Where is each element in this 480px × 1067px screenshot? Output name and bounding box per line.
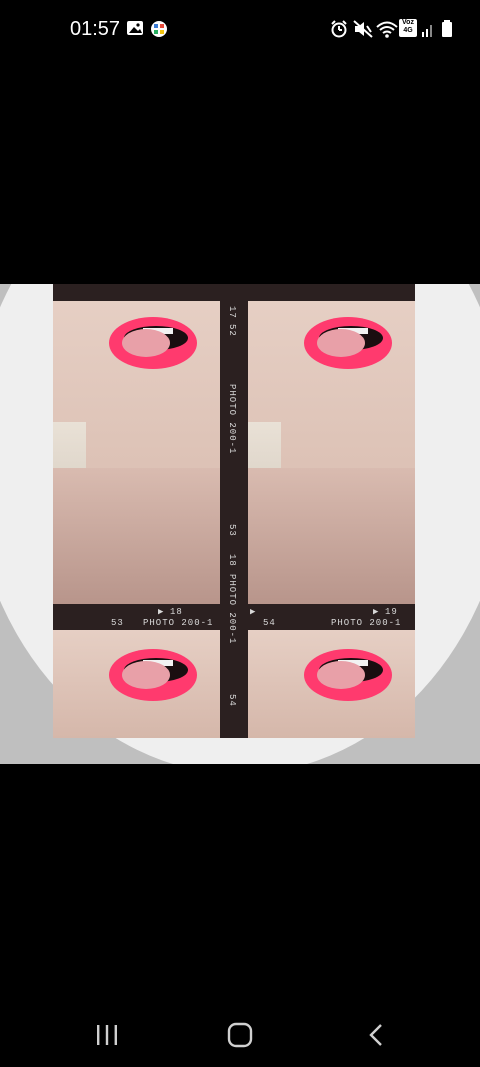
frame-bottom-right [248, 630, 415, 738]
volte-label-top: Voz [402, 19, 414, 26]
gallery-icon [126, 20, 144, 41]
recent-apps-icon [97, 1025, 117, 1045]
film-label-right-text: PHOTO 200-1 [331, 618, 402, 628]
film-label-vert-text: PHOTO 200-1 [227, 574, 237, 645]
wifi-icon [376, 20, 398, 43]
home-icon [227, 1022, 253, 1048]
app-icon [150, 20, 168, 43]
film-label-top-code: 52 [227, 324, 237, 337]
status-bar: 01:57 Voz 4G [0, 0, 480, 60]
recent-apps-button[interactable] [87, 1020, 127, 1050]
back-icon [369, 1024, 382, 1046]
film-label-vert-code: 53 [227, 524, 237, 537]
lips [109, 649, 197, 701]
film-arrow-mid: ▶ [250, 607, 257, 617]
alarm-icon [330, 20, 348, 43]
home-button[interactable] [220, 1020, 260, 1050]
film-label-vert-bottom: 54 [227, 694, 237, 707]
signal-icon [421, 20, 435, 43]
film-label-left-text: PHOTO 200-1 [143, 618, 214, 628]
frame-bottom-left [53, 630, 220, 738]
film-label-right-num: 19 [385, 607, 398, 617]
neck [248, 467, 415, 604]
film-label-left-num: 18 [170, 607, 183, 617]
status-time: 01:57 [70, 18, 121, 40]
film-arrow-left: ▶ [158, 607, 165, 617]
film-strip-photo: 17 52 PHOTO 200-1 53 18 PHOTO 200-1 54 ▶… [53, 284, 415, 738]
photo-viewer[interactable]: 17 52 PHOTO 200-1 53 18 PHOTO 200-1 54 ▶… [0, 284, 480, 764]
volte-label-bottom: 4G [403, 27, 413, 34]
lips [304, 317, 392, 369]
navigation-bar [0, 1000, 480, 1067]
back-button[interactable] [356, 1020, 396, 1050]
frame-top-right [248, 301, 415, 604]
film-arrow-right: ▶ [373, 607, 380, 617]
film-label-vert-upper: PHOTO 200-1 [227, 384, 237, 455]
lips [304, 649, 392, 701]
volte-icon: Voz 4G [399, 19, 417, 37]
frame-top-left [53, 301, 220, 604]
film-edge-top [53, 284, 415, 301]
film-label-left-code: 53 [111, 618, 124, 628]
neck [53, 467, 220, 604]
mute-icon [353, 20, 373, 43]
battery-icon [441, 20, 453, 43]
lips [109, 317, 197, 369]
film-label-right-code: 54 [263, 618, 276, 628]
film-label-top-num: 17 [227, 306, 237, 319]
film-label-vert-num: 18 [227, 554, 237, 567]
